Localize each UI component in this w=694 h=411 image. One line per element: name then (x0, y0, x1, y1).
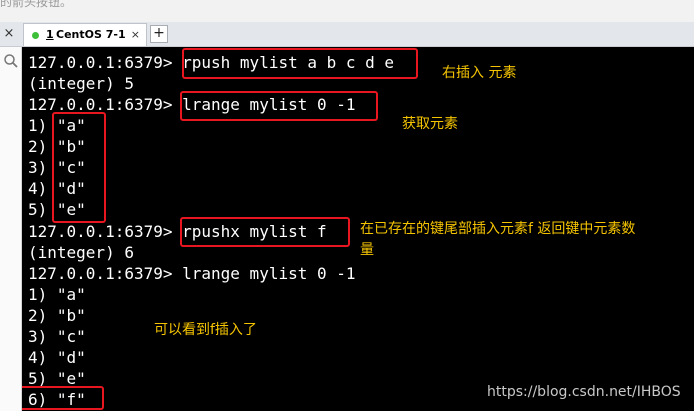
top-strip-text: 的箭头按钮。 (0, 0, 73, 9)
highlight-box-f (22, 386, 104, 410)
terminal-line: (integer) 6 (28, 243, 134, 262)
watermark: https://blog.csdn.net/IHBOS (487, 384, 681, 400)
tab-bar: × 1 CentOS 7-1 × + (0, 22, 694, 47)
terminal-line: 4) "d" (28, 348, 86, 367)
highlight-box-values (52, 112, 106, 223)
highlight-box-rpushx (180, 217, 350, 247)
highlight-box-rpush (182, 48, 418, 79)
session-status-icon (32, 32, 39, 39)
terminal-output[interactable]: 127.0.0.1:6379> rpush mylist a b c d e (… (22, 47, 694, 411)
tab-label: CentOS 7-1 (56, 28, 126, 41)
annotation-lrange: 获取元素 (402, 116, 458, 132)
tab-close-icon[interactable]: × (131, 28, 140, 42)
top-strip: 的箭头按钮。 (0, 0, 694, 22)
side-panel (0, 47, 22, 411)
terminal-line: 127.0.0.1:6379> lrange mylist 0 -1 (28, 264, 356, 283)
tab-centos-7-1[interactable]: 1 CentOS 7-1 × (23, 23, 147, 46)
tab-number: 1 (46, 28, 54, 41)
terminal-line: (integer) 5 (28, 74, 134, 93)
terminal-line: 3) "c" (28, 327, 86, 346)
annotation-rpushx-cont: 量 (360, 242, 374, 258)
terminal-line: 1) "a" (28, 285, 86, 304)
annotation-result: 可以看到f插入了 (154, 322, 257, 338)
annotation-rpush: 右插入 元素 (442, 65, 517, 81)
add-tab-button[interactable]: + (150, 25, 168, 43)
terminal-line: 2) "b" (28, 306, 86, 325)
window-close-icon[interactable]: × (2, 26, 16, 42)
search-icon[interactable] (3, 53, 19, 69)
annotation-rpushx: 在已存在的键尾部插入元素f 返回键中元素数 (360, 221, 636, 237)
highlight-box-lrange (180, 91, 378, 121)
